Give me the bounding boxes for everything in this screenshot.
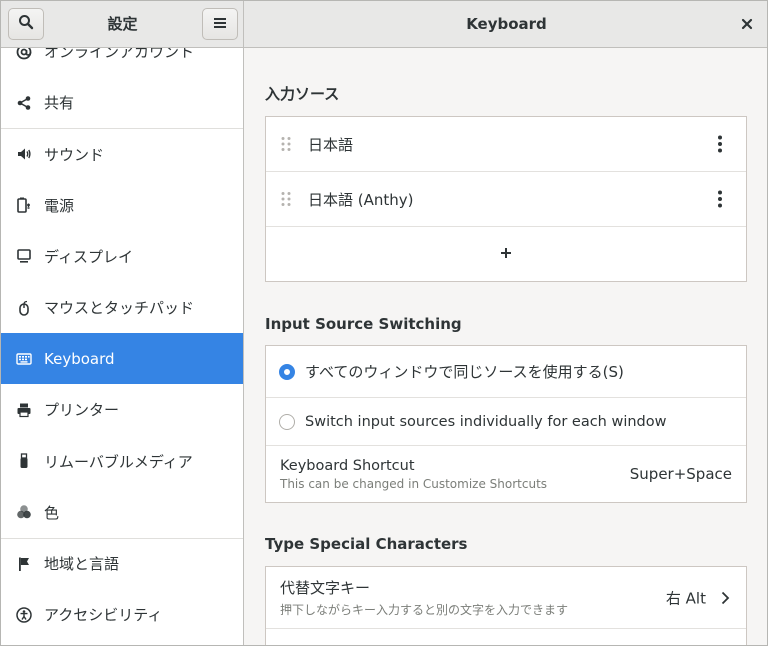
app-title: 設定 (107, 15, 138, 33)
battery-icon (15, 196, 33, 214)
sidebar-item-online-accounts[interactable]: オンラインアカウント (1, 48, 243, 77)
page-title: Keyboard (466, 15, 547, 33)
add-input-source-button[interactable] (266, 227, 746, 281)
sidebar-item-label: リムーバブルメディア (44, 452, 193, 471)
sidebar-item-label: 共有 (44, 94, 75, 113)
sidebar-item-label: ディスプレイ (44, 247, 133, 266)
chevron-right-icon (720, 591, 730, 605)
color-icon (15, 503, 33, 521)
sidebar-item-sound[interactable]: サウンド (1, 128, 243, 179)
sidebar-item-label: サウンド (44, 145, 105, 164)
compose-key-row[interactable] (266, 629, 746, 645)
alternate-key-value: 右 Alt (665, 589, 706, 607)
sidebar-item-power[interactable]: 電源 (1, 180, 243, 231)
input-source-row[interactable]: 日本語 (Anthy) (266, 172, 746, 227)
usb-drive-icon (15, 452, 33, 470)
sidebar-headerbar: 設定 (1, 1, 244, 48)
alternate-key-sublabel: 押下しながらキー入力すると別の文字を入力できます (280, 603, 569, 617)
keyboard-settings-panel: 入力ソース 日本語 日本語 (Anthy) Input Source Switc… (245, 49, 767, 645)
mouse-icon (15, 299, 33, 317)
radio-button-unchecked[interactable] (279, 413, 295, 430)
sidebar-item-label: オンラインアカウント (44, 48, 195, 62)
sidebar-item-accessibility[interactable]: アクセシビリティ (1, 589, 243, 640)
shortcut-sublabel: This can be changed in Customize Shortcu… (280, 476, 548, 491)
input-source-label: 日本語 (Anthy) (308, 190, 414, 209)
flag-icon (15, 555, 33, 573)
special-characters-list: 代替文字キー 押下しながらキー入力すると別の文字を入力できます 右 Alt (265, 566, 747, 645)
sidebar-item-label: Keyboard (44, 349, 115, 368)
input-source-row[interactable]: 日本語 (266, 117, 746, 172)
sidebar-item-removable-media[interactable]: リムーバブルメディア (1, 436, 243, 487)
kebab-menu-icon[interactable] (712, 134, 728, 154)
alternate-characters-key-row[interactable]: 代替文字キー 押下しながらキー入力すると別の文字を入力できます 右 Alt (266, 567, 746, 629)
input-sources-heading: 入力ソース (265, 85, 340, 103)
hamburger-menu-icon (213, 15, 227, 33)
drag-handle-icon[interactable] (280, 190, 294, 208)
sidebar-item-label: プリンター (44, 401, 120, 420)
sidebar-item-printers[interactable]: プリンター (1, 384, 243, 435)
sidebar-item-keyboard[interactable]: Keyboard (1, 333, 243, 385)
same-source-all-windows-option[interactable]: すべてのウィンドウで同じソースを使用する(S) (266, 346, 746, 398)
search-icon (18, 14, 34, 34)
drag-handle-icon[interactable] (280, 135, 294, 153)
type-special-characters-heading: Type Special Characters (265, 535, 468, 553)
option-label: すべてのウィンドウで同じソースを使用する(S) (305, 363, 624, 381)
plus-icon (500, 245, 512, 263)
keyboard-shortcut-row[interactable]: Keyboard Shortcut This can be changed in… (266, 446, 746, 502)
settings-window: 設定 Keyboard オンラインアカウント 共有 サウンド 電源 ディスプレイ… (0, 0, 768, 646)
sidebar-item-sharing[interactable]: 共有 (1, 77, 243, 128)
sidebar-item-mouse[interactable]: マウスとタッチパッド (1, 282, 243, 333)
speaker-icon (15, 145, 33, 163)
close-icon (741, 15, 753, 34)
sidebar-item-label: 電源 (44, 196, 75, 215)
primary-menu-button[interactable] (202, 8, 238, 40)
sidebar: オンラインアカウント 共有 サウンド 電源 ディスプレイ マウスとタッチパッド … (1, 48, 244, 645)
option-label: Switch input sources individually for ea… (305, 413, 667, 430)
sidebar-item-display[interactable]: ディスプレイ (1, 231, 243, 282)
sidebar-item-color[interactable]: 色 (1, 487, 243, 538)
alternate-key-text: 代替文字キー 押下しながらキー入力すると別の文字を入力できます (280, 577, 568, 618)
input-source-switching-heading: Input Source Switching (265, 315, 462, 333)
input-source-switching-list: すべてのウィンドウで同じソースを使用する(S) Switch input sou… (265, 345, 747, 503)
keyboard-icon (15, 350, 33, 368)
sidebar-item-label: アクセシビリティ (44, 606, 163, 625)
sidebar-item-region-language[interactable]: 地域と言語 (1, 537, 243, 589)
close-button[interactable] (737, 14, 757, 34)
shortcut-value: Super+Space (629, 465, 732, 483)
individual-source-per-window-option[interactable]: Switch input sources individually for ea… (266, 398, 746, 446)
display-icon (15, 247, 33, 265)
radio-button-checked[interactable] (279, 363, 295, 380)
share-icon (15, 94, 33, 112)
input-sources-list: 日本語 日本語 (Anthy) (265, 116, 747, 282)
printer-icon (15, 401, 33, 419)
sidebar-list: オンラインアカウント 共有 サウンド 電源 ディスプレイ マウスとタッチパッド … (1, 48, 243, 640)
at-icon (15, 48, 33, 61)
sidebar-item-label: 地域と言語 (44, 555, 120, 574)
alternate-key-label: 代替文字キー (280, 579, 371, 597)
sidebar-item-label: 色 (44, 503, 60, 522)
shortcut-label: Keyboard Shortcut (280, 457, 415, 474)
content-headerbar: Keyboard (244, 1, 767, 48)
kebab-menu-icon[interactable] (712, 189, 728, 209)
search-button[interactable] (8, 8, 44, 40)
input-source-label: 日本語 (308, 135, 354, 154)
sidebar-item-label: マウスとタッチパッド (44, 299, 195, 318)
accessibility-icon (15, 606, 33, 624)
shortcut-text: Keyboard Shortcut This can be changed in… (280, 458, 547, 491)
